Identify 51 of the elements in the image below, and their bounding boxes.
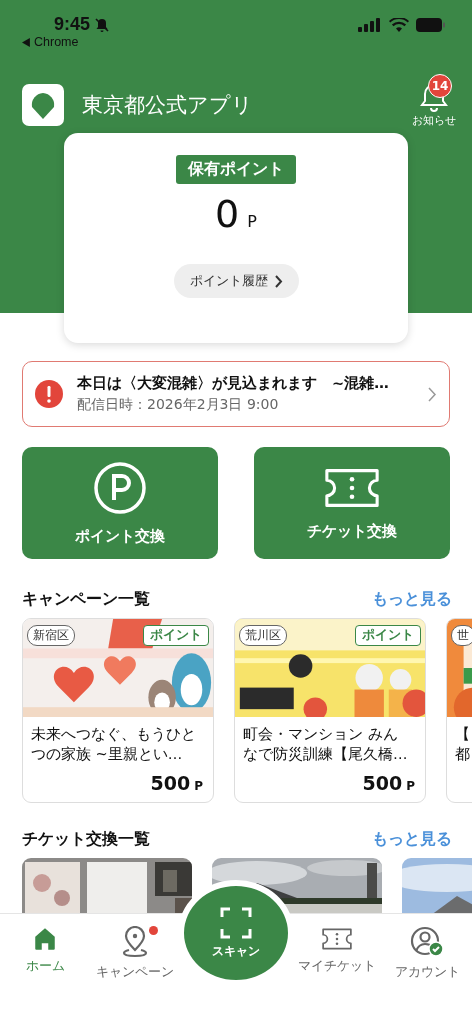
- bell-slash-icon: [94, 16, 111, 33]
- campaign-title: 【 都: [455, 725, 471, 764]
- alert-date: 配信日時：2026年2月3日 9:00: [77, 396, 280, 414]
- price-unit: P: [406, 779, 415, 793]
- home-icon: [32, 926, 58, 952]
- nav-tab[interactable]: ホーム: [0, 914, 90, 1024]
- nav-tab[interactable]: マイチケット: [292, 914, 382, 1024]
- location-pin-icon: [121, 926, 149, 958]
- alert-title: 本日は〈大変混雑〉が見込まれます ~混雑…: [77, 374, 390, 393]
- section-title: キャンペーン一覧: [22, 589, 150, 610]
- battery-icon: [416, 18, 446, 32]
- account-icon: [410, 926, 444, 958]
- campaign-card[interactable]: 世 【 都: [446, 618, 472, 803]
- points-value: 0: [215, 192, 240, 236]
- ticket-exchange-button[interactable]: チケット交換: [254, 447, 450, 559]
- nav-tab[interactable]: アカウント: [382, 914, 472, 1024]
- campaign-price: 500: [150, 772, 191, 794]
- points-label: 保有ポイント: [176, 155, 296, 184]
- app-title: 東京都公式アプリ: [82, 92, 254, 119]
- district-tag: 荒川区: [239, 625, 287, 646]
- point-history-button[interactable]: ポイント履歴: [173, 264, 299, 298]
- app-logo: [22, 84, 64, 126]
- campaign-title: 町会・マンション みん なで防災訓練【尾久橋…: [243, 725, 409, 764]
- section-title: チケット交換一覧: [22, 829, 150, 850]
- back-app-link[interactable]: Chrome: [34, 35, 79, 49]
- district-tag: 新宿区: [27, 625, 75, 646]
- wifi-icon: [389, 18, 409, 32]
- points-icon: [93, 460, 147, 515]
- chevron-right-icon: [273, 274, 283, 288]
- see-more-link[interactable]: もっと見る: [372, 589, 452, 610]
- signal-icon: [358, 18, 382, 32]
- campaign-card[interactable]: 新宿区 ポイント 未来へつなぐ、もうひと つの家族 ~里親とい… 500 P: [22, 618, 214, 803]
- scan-icon: [220, 906, 252, 939]
- notification-badge: 14: [428, 74, 452, 98]
- nav-tab[interactable]: キャンペーン: [90, 914, 180, 1024]
- points-tag: ポイント: [355, 625, 421, 646]
- ticket-icon: [321, 926, 353, 952]
- campaign-price: 500: [362, 772, 403, 794]
- warning-icon: [35, 380, 63, 408]
- campaign-card[interactable]: 荒川区 ポイント 町会・マンション みん なで防災訓練【尾久橋… 500 P: [234, 618, 426, 803]
- back-arrow-icon[interactable]: [22, 37, 31, 47]
- price-unit: P: [194, 779, 203, 793]
- points-unit: P: [247, 212, 257, 231]
- point-exchange-button[interactable]: ポイント交換: [22, 447, 218, 559]
- notification-dot: [149, 926, 158, 935]
- alert-banner[interactable]: 本日は〈大変混雑〉が見込まれます ~混雑… 配信日時：2026年2月3日 9:00: [22, 361, 450, 427]
- campaign-title: 未来へつなぐ、もうひと つの家族 ~里親とい…: [31, 725, 197, 764]
- status-time: 9:45: [54, 14, 91, 35]
- points-tag: ポイント: [143, 625, 209, 646]
- chevron-right-icon: [428, 386, 437, 402]
- see-more-link[interactable]: もっと見る: [372, 829, 452, 850]
